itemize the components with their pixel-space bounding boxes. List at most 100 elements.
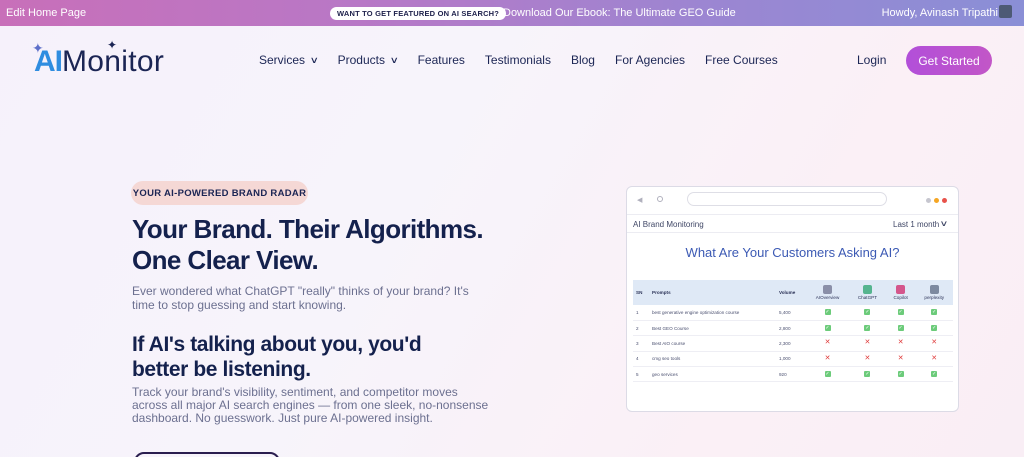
nav-item-services[interactable]: Services ∨ <box>259 53 319 67</box>
col-volume: Volume <box>779 290 796 295</box>
dashboard-preview: ◀ AI Brand Monitoring Last 1 month ∨ Wha… <box>626 186 959 412</box>
hero-cta-button[interactable] <box>134 452 280 457</box>
admin-bar: Edit Home Page WANT TO GET FEATURED ON A… <box>0 0 1024 26</box>
hero-secondary-headline: If AI's talking about you, you'd better … <box>132 332 422 382</box>
sparkle-icon: ✦ <box>107 38 118 52</box>
col-engine: Copilot <box>886 280 916 305</box>
check-icon: ✓ <box>931 325 938 332</box>
cell-engine: ✕ <box>849 335 886 352</box>
engine-name: ChatGPT <box>857 295 878 300</box>
nav-item-features[interactable]: Features <box>418 53 465 67</box>
cell-sn: 2 <box>633 320 649 337</box>
hero-eyebrow-pill: YOUR AI-POWERED BRAND RADAR <box>131 181 308 205</box>
col-engine: ChatGPT <box>849 280 886 305</box>
cell-prompt: cmg seo tools <box>649 351 776 368</box>
nav-item-for-agencies[interactable]: For Agencies <box>615 53 685 67</box>
cell-prompt: best generative engine optimization cour… <box>649 305 776 321</box>
nav-item-free-courses[interactable]: Free Courses <box>705 53 778 67</box>
cell-engine: ✓ <box>849 305 886 321</box>
cell-sn: 3 <box>633 335 649 352</box>
table-row: 2 Best GEO Course 2,800 ✓ ✓ ✓ ✓ <box>633 320 953 337</box>
howdy-user[interactable]: Howdy, Avinash Tripathi <box>882 7 998 19</box>
cell-engine: ✓ <box>915 320 953 337</box>
cell-engine: ✕ <box>885 335 916 352</box>
cell-engine: ✓ <box>849 320 886 337</box>
cell-engine: ✓ <box>885 366 916 383</box>
cross-icon: ✕ <box>824 339 831 347</box>
cell-sn: 4 <box>633 351 649 368</box>
nav-item-products[interactable]: Products ∨ <box>337 53 399 67</box>
cell-volume: 5,400 <box>776 305 806 321</box>
engine-logo-icon <box>929 285 939 294</box>
cell-engine: ✓ <box>806 366 850 383</box>
cell-volume: 2,300 <box>776 335 806 352</box>
period-select[interactable]: Last 1 month <box>893 220 939 229</box>
ebook-link[interactable]: Download Our Ebook: The Ultimate GEO Gui… <box>503 7 736 19</box>
nav-item-label: For Agencies <box>614 53 686 67</box>
nav-item-label: Blog <box>570 53 595 67</box>
site-logo[interactable]: ✦ ✦ AI Monitor <box>32 38 164 80</box>
check-icon: ✓ <box>897 371 904 378</box>
edit-page-link[interactable]: Edit Home Page <box>6 7 86 19</box>
engine-logo-icon <box>823 285 833 294</box>
get-started-button[interactable]: Get Started <box>906 46 992 75</box>
table-row: 1 best generative engine optimization cou… <box>633 305 953 321</box>
check-icon: ✓ <box>897 309 904 316</box>
window-dot-icon <box>926 198 931 203</box>
back-icon: ◀ <box>637 197 643 204</box>
cell-prompt: Best AIO course <box>649 335 776 352</box>
nav-item-label: Features <box>417 53 465 67</box>
cell-engine: ✕ <box>806 335 850 352</box>
check-icon: ✓ <box>931 371 938 378</box>
nav-item-label: Free Courses <box>705 53 778 67</box>
cell-engine: ✕ <box>885 351 916 368</box>
hero-body: Track your brand's visibility, sentiment… <box>132 385 489 425</box>
chevron-down-icon: ∨ <box>389 54 399 65</box>
cell-engine: ✓ <box>915 305 953 321</box>
cell-sn: 1 <box>633 305 649 321</box>
panel-title: AI Brand Monitoring <box>633 220 704 229</box>
cell-engine: ✓ <box>885 320 916 337</box>
table-row: 4 cmg seo tools 1,000 ✕ ✕ ✕ ✕ <box>633 351 953 368</box>
col-engine: perplexity <box>915 280 953 305</box>
check-icon: ✓ <box>864 325 871 332</box>
col-sn: SN <box>636 290 643 295</box>
cell-prompt: geo services <box>649 366 776 383</box>
hero-secondary-line1: If AI's talking about you, you'd <box>132 333 422 356</box>
cross-icon: ✕ <box>931 339 938 347</box>
cell-engine: ✓ <box>885 305 916 321</box>
cell-engine: ✕ <box>849 351 886 368</box>
check-icon: ✓ <box>824 309 831 316</box>
table-row: 5 geo services 920 ✓ ✓ ✓ ✓ <box>633 366 953 383</box>
nav-item-label: Testimonials <box>484 53 551 67</box>
engine-logo-icon <box>896 285 906 294</box>
cell-engine: ✕ <box>915 351 953 368</box>
hero-headline-line1: Your Brand. Their Algorithms. <box>132 214 484 244</box>
engine-name: Copilot <box>893 295 908 300</box>
hero-headline-line2: One Clear View. <box>132 245 319 275</box>
cell-engine: ✓ <box>915 366 953 383</box>
login-link[interactable]: Login <box>857 53 886 67</box>
check-icon: ✓ <box>824 371 831 378</box>
engine-logo-icon <box>862 285 872 294</box>
avatar[interactable] <box>999 5 1012 18</box>
window-dot-icon <box>934 198 939 203</box>
cell-volume: 2,800 <box>776 320 806 337</box>
main-nav: Services ∨ Products ∨ Features Testimonials Bl… <box>259 53 798 67</box>
cross-icon: ✕ <box>897 339 904 347</box>
nav-item-blog[interactable]: Blog <box>571 53 595 67</box>
nav-item-label: Products <box>337 53 385 67</box>
hero-secondary-line2: better be listening. <box>132 358 311 381</box>
cross-icon: ✕ <box>864 339 871 347</box>
nav-item-testimonials[interactable]: Testimonials <box>485 53 551 67</box>
cell-engine: ✓ <box>849 366 886 383</box>
address-bar <box>687 192 887 206</box>
table-header-row: SN Prompts Volume AIOverview ChatGPT Copil… <box>633 280 953 305</box>
hero-subtext: Ever wondered what ChatGPT "really" thin… <box>132 284 469 312</box>
cell-engine: ✕ <box>915 335 953 352</box>
nav-item-label: Services <box>259 53 306 67</box>
cell-volume: 1,000 <box>776 351 806 368</box>
check-icon: ✓ <box>897 325 904 332</box>
check-icon: ✓ <box>864 309 871 316</box>
featured-badge[interactable]: WANT TO GET FEATURED ON AI SEARCH? <box>330 7 507 20</box>
